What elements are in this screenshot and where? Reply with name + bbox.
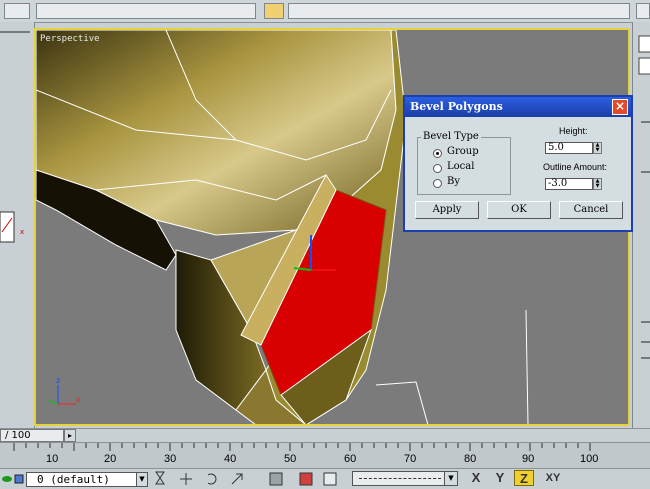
- select-tool-icon[interactable]: [264, 3, 284, 19]
- toolbar-slot[interactable]: [36, 3, 256, 19]
- tick-label: 100: [580, 453, 599, 465]
- tick-label: 50: [284, 453, 297, 465]
- height-label: Height:: [559, 126, 588, 136]
- next-frame-icon[interactable]: ▸: [64, 429, 76, 442]
- bevel-polygons-dialog: Bevel Polygons × Bevel Type Group Local …: [403, 95, 633, 232]
- height-input[interactable]: 5.0: [545, 142, 593, 154]
- apply-button[interactable]: Apply: [415, 201, 479, 219]
- left-panel: x: [0, 22, 35, 428]
- transform-tool-icons[interactable]: [150, 470, 270, 488]
- tick-label: 20: [104, 453, 117, 465]
- command-panel-edge: [632, 22, 650, 428]
- radio-group[interactable]: [433, 149, 442, 158]
- tick-label: 90: [522, 453, 535, 465]
- rotate-icon: [207, 473, 217, 485]
- tick-label: 40: [224, 453, 237, 465]
- timeline-ruler[interactable]: [0, 442, 650, 469]
- bevel-type-label: Bevel Type: [421, 131, 481, 142]
- height-spinner[interactable]: ▲ ▼: [593, 142, 602, 154]
- ok-button[interactable]: OK: [487, 201, 551, 219]
- ruler-ticks: [13, 443, 591, 451]
- outline-amount-input[interactable]: -3.0: [545, 178, 593, 190]
- mini-axis-icon: [0, 211, 15, 243]
- toolbar-slot[interactable]: [636, 3, 650, 19]
- layer-dropdown[interactable]: 0 (default): [26, 472, 148, 487]
- svg-text:z: z: [56, 376, 60, 385]
- outline-amount-spinner[interactable]: ▲ ▼: [593, 178, 602, 190]
- axis-x-button[interactable]: X: [466, 470, 486, 486]
- cancel-button[interactable]: Cancel: [559, 201, 623, 219]
- move-icon: [180, 473, 192, 485]
- command-panel-graphics: [638, 35, 650, 359]
- render-tool-icons[interactable]: [268, 470, 348, 488]
- radio-by-polygon-label[interactable]: By: [447, 176, 460, 187]
- layer-freeze-icon[interactable]: [14, 473, 24, 485]
- layer-eye-icon[interactable]: [2, 473, 12, 485]
- svg-text:x: x: [20, 228, 24, 236]
- outline-amount-label: Outline Amount:: [543, 162, 608, 172]
- material-icon: [323, 472, 337, 486]
- axis-y-button[interactable]: Y: [490, 470, 510, 486]
- time-slider[interactable]: / 100 ▸: [0, 428, 650, 443]
- toolbar-slot[interactable]: [4, 3, 30, 19]
- frame-counter[interactable]: / 100: [0, 429, 64, 442]
- svg-text:x: x: [76, 395, 81, 404]
- left-panel-graphics: x: [0, 31, 30, 243]
- tick-label: 70: [404, 453, 417, 465]
- radio-local[interactable]: [433, 164, 442, 173]
- named-selection-dropdown[interactable]: ▼: [352, 471, 458, 486]
- scale-icon: [231, 473, 243, 485]
- chevron-down-icon[interactable]: ▼: [136, 472, 148, 487]
- axis-xy-button[interactable]: XY: [540, 470, 566, 486]
- radio-by-polygon[interactable]: [433, 179, 442, 188]
- close-button[interactable]: ×: [612, 99, 628, 115]
- tick-label: 30: [164, 453, 177, 465]
- viewport-label[interactable]: Perspective: [40, 34, 100, 44]
- cube-icon: [269, 472, 283, 486]
- teapot-icon: [299, 472, 313, 486]
- top-toolbar: [0, 0, 650, 23]
- tick-label: 80: [464, 453, 477, 465]
- radio-local-label[interactable]: Local: [447, 161, 474, 172]
- axis-z-button[interactable]: Z: [514, 470, 534, 486]
- toolbar-slot[interactable]: [288, 3, 630, 19]
- dialog-title[interactable]: Bevel Polygons: [405, 97, 631, 117]
- tick-label: 60: [344, 453, 357, 465]
- radio-group-label[interactable]: Group: [447, 146, 479, 157]
- link-icon: [155, 471, 165, 485]
- tick-label: 10: [46, 453, 59, 465]
